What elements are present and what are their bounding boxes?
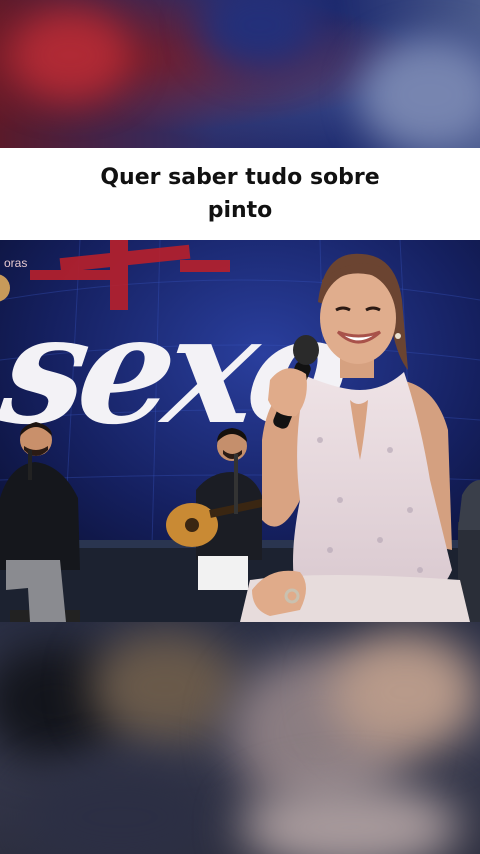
- blurred-background-bottom: [0, 622, 480, 854]
- caption-text: Quer saber tudo sobre pinto: [100, 165, 380, 223]
- video-frame[interactable]: oras sexo: [0, 240, 480, 622]
- blurred-background-top: [0, 0, 480, 148]
- microphone-stand-left: [28, 450, 32, 480]
- channel-tag: oras: [4, 256, 27, 270]
- caption-banner: Quer saber tudo sobre pinto: [0, 148, 480, 240]
- video-scene: oras sexo: [0, 240, 480, 622]
